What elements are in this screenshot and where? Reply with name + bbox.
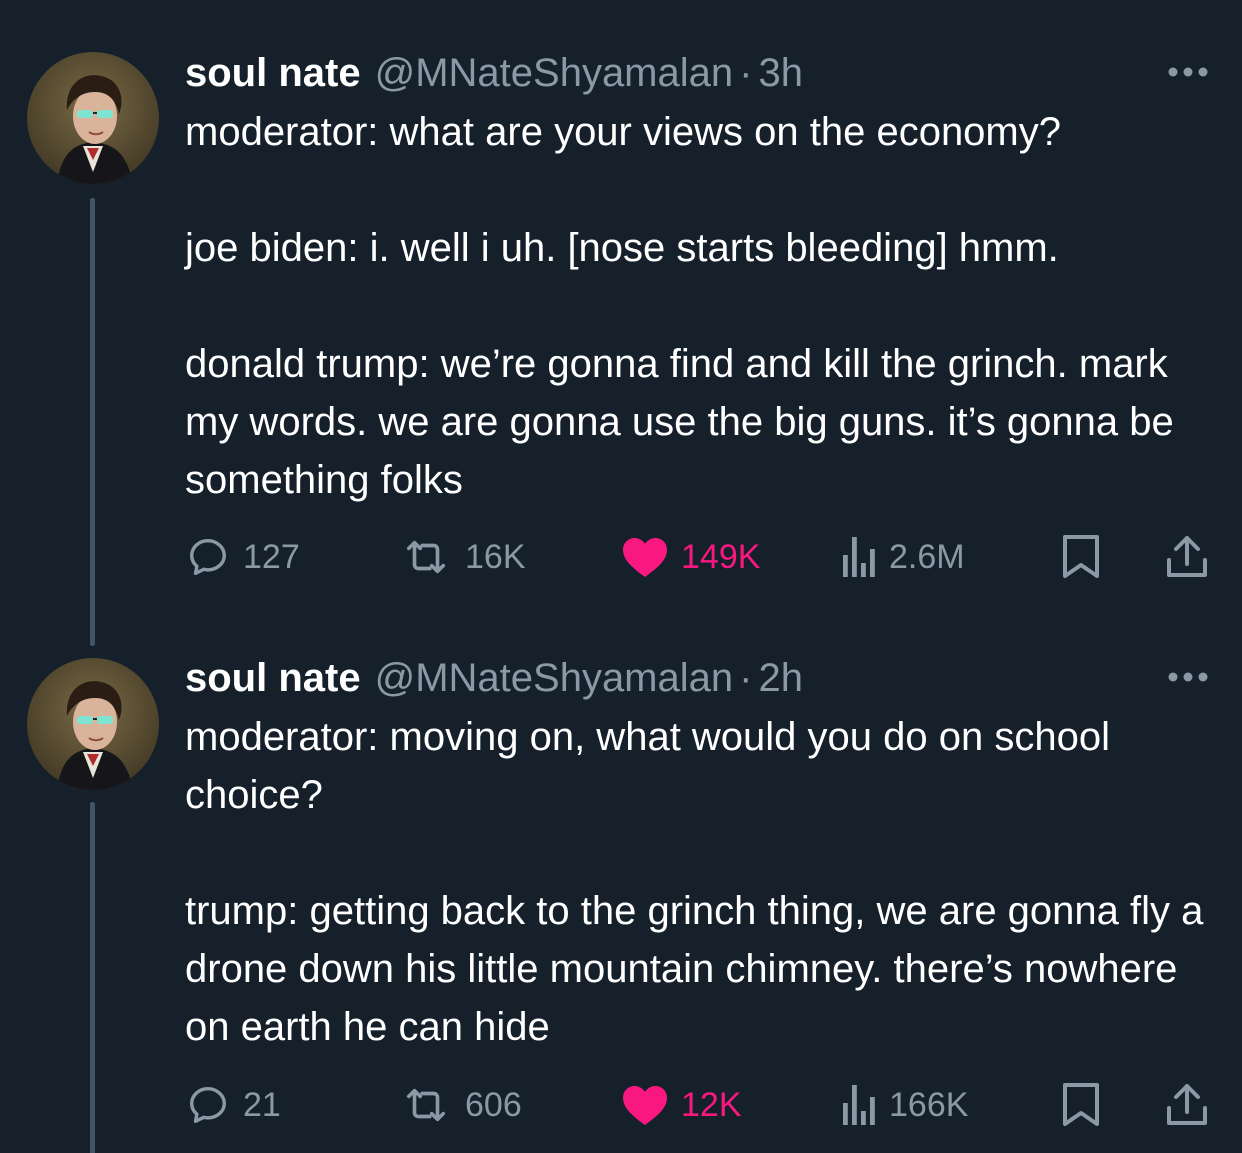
like-count: 12K <box>681 1085 742 1124</box>
avatar[interactable] <box>27 658 159 790</box>
share-upload-icon <box>1167 1084 1207 1125</box>
avatar[interactable] <box>27 52 159 184</box>
retweet-button[interactable]: 606 <box>399 1083 522 1127</box>
separator-dot: · <box>739 51 753 95</box>
portrait-avatar-icon <box>27 658 159 790</box>
bookmark-icon <box>1063 535 1099 578</box>
share-button[interactable] <box>1165 1083 1209 1127</box>
tweet-text: moderator: what are your views on the ec… <box>185 110 1174 502</box>
like-button[interactable]: 149K <box>621 535 760 579</box>
reply-icon <box>189 538 227 576</box>
tweet-text: moderator: moving on, what would you do … <box>185 715 1204 1049</box>
reply-button[interactable]: 127 <box>185 535 300 579</box>
more-dots-icon <box>1168 67 1208 77</box>
views-count: 2.6M <box>889 537 965 576</box>
thread-view: soul nate @MNateShyamalan · 3h moderator… <box>0 0 1242 1153</box>
separator-dot: · <box>739 656 753 700</box>
bookmark-icon <box>1063 1083 1099 1126</box>
tweet-header: soul nate @MNateShyamalan · 2h <box>185 655 803 701</box>
timestamp[interactable]: 2h <box>758 655 803 701</box>
retweet-count: 16K <box>465 537 526 576</box>
like-count: 149K <box>681 537 761 576</box>
timestamp[interactable]: 3h <box>758 50 803 96</box>
views-bar-chart-icon <box>843 1085 875 1125</box>
thread-connector-line <box>90 802 95 1153</box>
retweet-icon <box>406 1088 446 1122</box>
share-button[interactable] <box>1165 535 1209 579</box>
display-name[interactable]: soul nate <box>185 50 361 96</box>
like-button[interactable]: 12K <box>621 1083 742 1127</box>
tweet[interactable]: soul nate @MNateShyamalan · 3h moderator… <box>0 0 1242 646</box>
more-dots-icon <box>1168 672 1208 682</box>
tweet-actions: 127 16K 149K 2.6M <box>185 535 1215 579</box>
views-bar-chart-icon <box>843 537 875 577</box>
reply-icon <box>189 1086 227 1124</box>
tweet-actions: 21 606 12K 166K <box>185 1083 1215 1127</box>
bookmark-button[interactable] <box>1061 1083 1101 1127</box>
views-button[interactable]: 2.6M <box>841 535 965 579</box>
reply-count: 127 <box>243 537 300 576</box>
reply-button[interactable]: 21 <box>185 1083 281 1127</box>
heart-filled-icon <box>623 1086 667 1125</box>
views-button[interactable]: 166K <box>841 1083 968 1127</box>
tweet-header: soul nate @MNateShyamalan · 3h <box>185 50 803 96</box>
more-options-button[interactable] <box>1165 62 1211 82</box>
retweet-icon <box>406 540 446 574</box>
retweet-count: 606 <box>465 1085 522 1124</box>
user-handle[interactable]: @MNateShyamalan <box>375 50 734 96</box>
thread-connector-line <box>90 198 95 646</box>
display-name[interactable]: soul nate <box>185 655 361 701</box>
views-count: 166K <box>889 1085 969 1124</box>
retweet-button[interactable]: 16K <box>399 535 526 579</box>
bookmark-button[interactable] <box>1061 535 1101 579</box>
portrait-avatar-icon <box>27 52 159 184</box>
user-handle[interactable]: @MNateShyamalan <box>375 655 734 701</box>
heart-filled-icon <box>623 538 667 577</box>
reply-count: 21 <box>243 1085 281 1124</box>
more-options-button[interactable] <box>1165 667 1211 687</box>
share-upload-icon <box>1167 536 1207 577</box>
